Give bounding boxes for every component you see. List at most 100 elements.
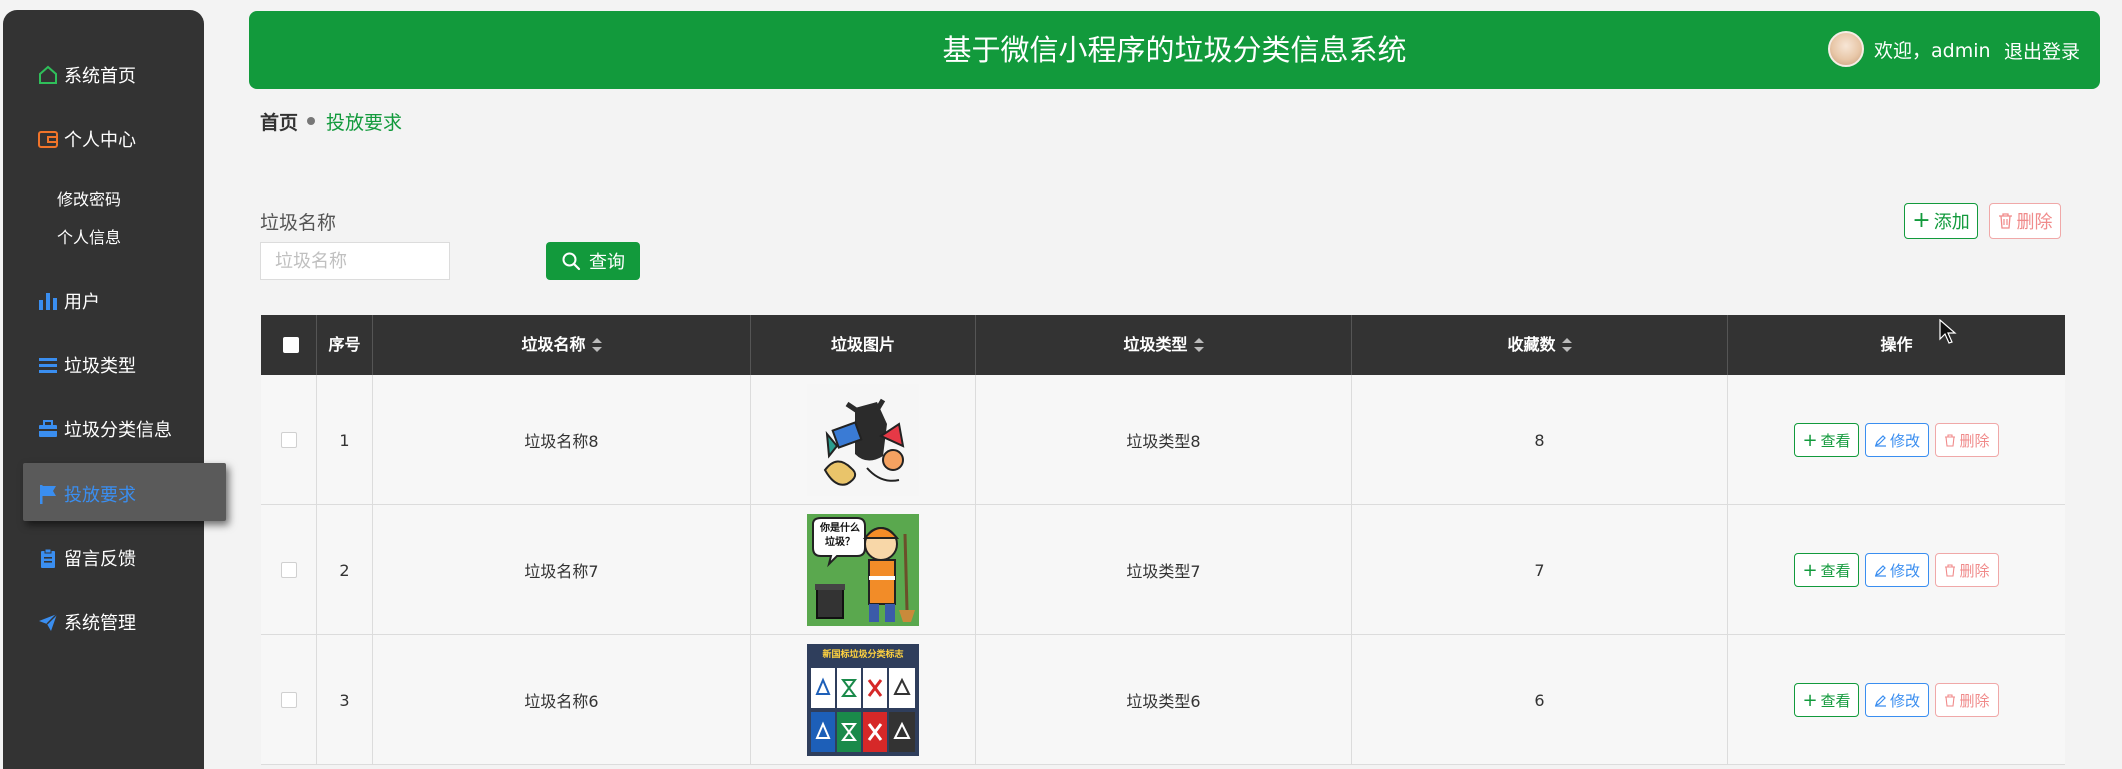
- row-select-cell: [261, 505, 317, 635]
- list-icon: [36, 353, 60, 377]
- row-actions: + 查看 修改 删除: [1728, 375, 2065, 505]
- query-button[interactable]: 查询: [546, 242, 640, 280]
- row-delete-button[interactable]: 删除: [1935, 423, 1999, 457]
- sidebar-item-user[interactable]: 用户: [36, 284, 100, 318]
- trash-icon: [1944, 693, 1956, 707]
- sort-icon[interactable]: [591, 337, 602, 352]
- row-image-cell: 你是什么 垃圾？: [751, 505, 976, 635]
- view-button[interactable]: + 查看: [1794, 423, 1859, 457]
- plus-icon: +: [1912, 208, 1931, 233]
- logout-button[interactable]: 退出登录: [2004, 37, 2080, 64]
- briefcase-icon: [36, 417, 60, 441]
- row-image-cell: 新国标垃圾分类标志: [751, 635, 976, 765]
- row-name: 垃圾名称6: [373, 635, 751, 765]
- trash-icon: [1944, 563, 1956, 577]
- row-index: 2: [317, 505, 373, 635]
- table-row: 1 垃圾名称8 垃圾类型8 8 + 查看 修改 删除: [261, 375, 2065, 505]
- search-label: 垃圾名称: [260, 212, 337, 234]
- row-image-cell: [751, 375, 976, 505]
- select-all-cell: [261, 315, 317, 375]
- query-button-label: 查询: [589, 252, 625, 273]
- table-row: 2 垃圾名称7 你是什么 垃圾？ 垃圾类型7 7 + 查看 修改 删除: [261, 505, 2065, 635]
- app-title: 基于微信小程序的垃圾分类信息系统: [942, 33, 1407, 67]
- mouse-cursor-icon: [1939, 318, 1957, 349]
- sidebar-item-label: 留言反馈: [64, 549, 136, 570]
- row-index: 3: [317, 635, 373, 765]
- sidebar-item-label: 垃圾类型: [64, 356, 136, 377]
- column-header-name[interactable]: 垃圾名称: [373, 315, 751, 375]
- clipboard-icon: [36, 546, 60, 570]
- row-favorites: 8: [1352, 375, 1728, 505]
- paper-plane-icon: [36, 610, 60, 634]
- column-header-favorites[interactable]: 收藏数: [1352, 315, 1728, 375]
- row-delete-button[interactable]: 删除: [1935, 683, 1999, 717]
- plus-icon: +: [1802, 689, 1818, 711]
- sort-icon[interactable]: [1561, 337, 1572, 352]
- row-favorites: 6: [1352, 635, 1728, 765]
- sidebar-item-label: 系统首页: [64, 66, 136, 87]
- row-name: 垃圾名称7: [373, 505, 751, 635]
- row-delete-button[interactable]: 删除: [1935, 553, 1999, 587]
- wallet-icon: [36, 127, 60, 151]
- sidebar-item-label: 系统管理: [64, 613, 136, 634]
- sidebar-item-garbage-type[interactable]: 垃圾类型: [36, 348, 136, 382]
- row-checkbox[interactable]: [280, 692, 297, 708]
- image-caption: 新国标垃圾分类标志: [822, 650, 904, 660]
- row-actions: + 查看 修改 删除: [1728, 505, 2065, 635]
- breadcrumb-separator: [307, 117, 315, 125]
- sidebar-item-feedback[interactable]: 留言反馈: [36, 541, 136, 575]
- row-checkbox[interactable]: [280, 432, 297, 448]
- row-checkbox[interactable]: [280, 562, 297, 578]
- row-type: 垃圾类型8: [976, 375, 1352, 505]
- row-actions: + 查看 修改 删除: [1728, 635, 2065, 765]
- avatar[interactable]: [1828, 31, 1864, 67]
- delete-button-label: 删除: [2016, 212, 2053, 233]
- row-favorites: 7: [1352, 505, 1728, 635]
- plus-icon: +: [1802, 559, 1818, 581]
- garbage-image[interactable]: 你是什么 垃圾？: [807, 514, 919, 626]
- image-caption: 你是什么 垃圾？: [820, 523, 860, 548]
- trash-icon: [1998, 213, 2013, 229]
- table-header: 序号 垃圾名称 垃圾图片 垃圾类型 收藏数 操作: [261, 315, 2065, 375]
- plus-icon: +: [1802, 429, 1818, 451]
- select-all-checkbox[interactable]: [283, 337, 299, 353]
- delete-button[interactable]: 删除: [1989, 203, 2061, 239]
- column-header-type[interactable]: 垃圾类型: [976, 315, 1352, 375]
- home-icon: [36, 63, 60, 87]
- row-type: 垃圾类型7: [976, 505, 1352, 635]
- view-button[interactable]: + 查看: [1794, 553, 1859, 587]
- trash-icon: [1944, 433, 1956, 447]
- sidebar-item-home[interactable]: 系统首页: [36, 58, 136, 92]
- top-header: 基于微信小程序的垃圾分类信息系统: [249, 11, 2100, 89]
- add-button[interactable]: + 添加: [1904, 203, 1978, 239]
- sidebar-item-system-management[interactable]: 系统管理: [36, 605, 136, 639]
- search-input[interactable]: [260, 242, 450, 280]
- sidebar-item-label: 投放要求: [64, 485, 136, 506]
- sidebar-item-label: 用户: [64, 292, 100, 313]
- sort-icon[interactable]: [1193, 337, 1204, 352]
- garbage-image[interactable]: 新国标垃圾分类标志: [807, 644, 919, 756]
- row-select-cell: [261, 635, 317, 765]
- edit-button[interactable]: 修改: [1865, 553, 1929, 587]
- edit-button[interactable]: 修改: [1865, 683, 1929, 717]
- sidebar-subitem-change-password[interactable]: 修改密码: [57, 186, 121, 210]
- garbage-image[interactable]: [807, 384, 919, 496]
- pencil-icon: [1874, 434, 1887, 447]
- column-header-actions: 操作: [1880, 335, 1913, 354]
- breadcrumb-home[interactable]: 首页: [260, 108, 298, 135]
- sidebar-item-garbage-info[interactable]: 垃圾分类信息: [36, 412, 172, 446]
- row-index: 1: [317, 375, 373, 505]
- sidebar-item-label: 个人中心: [64, 130, 136, 151]
- column-header-index: 序号: [317, 315, 373, 375]
- row-select-cell: [261, 375, 317, 505]
- sidebar-item-disposal-requirements[interactable]: 投放要求: [36, 477, 136, 511]
- view-button[interactable]: + 查看: [1794, 683, 1859, 717]
- flag-icon: [36, 482, 60, 506]
- row-type: 垃圾类型6: [976, 635, 1352, 765]
- sidebar-item-personal-center[interactable]: 个人中心: [36, 122, 136, 156]
- sidebar-subitem-personal-info[interactable]: 个人信息: [57, 224, 121, 248]
- add-button-label: 添加: [1933, 212, 1970, 233]
- column-header-image: 垃圾图片: [751, 315, 976, 375]
- welcome-text: 欢迎，admin: [1874, 40, 1991, 62]
- edit-button[interactable]: 修改: [1865, 423, 1929, 457]
